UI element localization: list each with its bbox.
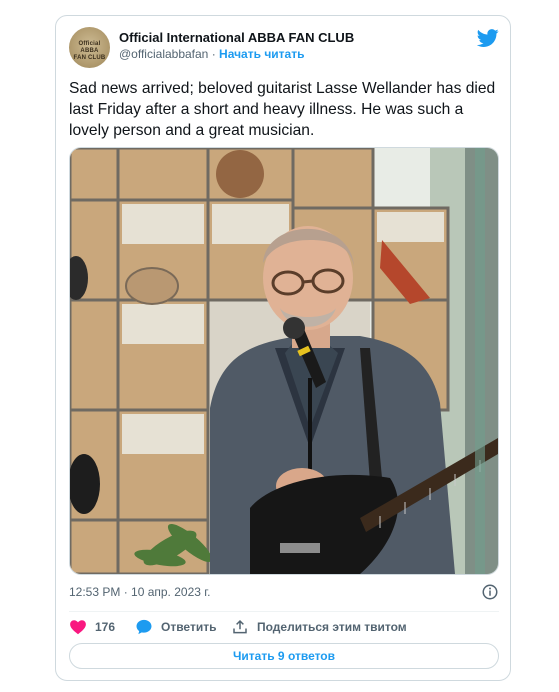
share-upload-icon (233, 619, 247, 634)
photo-image (70, 148, 498, 574)
speech-bubble-icon (136, 619, 152, 635)
tweet-actions: 176 Ответить Поделиться этим твитом (69, 616, 499, 638)
heart-icon (70, 620, 86, 635)
author-info: Official International ABBA FAN CLUB @of… (119, 29, 459, 62)
tweet-text: Sad news arrived; beloved guitarist Lass… (69, 80, 496, 139)
author-handle[interactable]: @officialabbafan (119, 47, 208, 61)
author-handle-row: @officialabbafan · Начать читать (119, 46, 459, 62)
tweet-header: Official ABBA FAN CLUB Official Internatio… (69, 27, 499, 69)
handle-separator: · (211, 47, 216, 61)
reply-button[interactable]: Ответить (135, 616, 216, 638)
like-count: 176 (95, 620, 116, 634)
tweet-timestamp[interactable]: 12:53 PM · 10 апр. 2023 г. (69, 585, 211, 599)
author-display-name[interactable]: Official International ABBA FAN CLUB (119, 29, 459, 46)
read-replies-button[interactable]: Читать 9 ответов (69, 643, 499, 669)
twitter-bird-icon[interactable] (477, 27, 499, 49)
tweet-card: Official ABBA FAN CLUB Official Internatio… (55, 15, 511, 681)
share-button[interactable]: Поделиться этим твитом (231, 616, 407, 638)
avatar[interactable]: Official ABBA FAN CLUB (69, 27, 110, 68)
tweet-meta: 12:53 PM · 10 апр. 2023 г. (69, 583, 499, 603)
reply-label: Ответить (161, 620, 217, 634)
avatar-logo-text: Official ABBA FAN CLUB (73, 41, 106, 61)
tweet-photo[interactable] (69, 147, 499, 575)
share-label: Поделиться этим твитом (257, 620, 407, 634)
follow-link[interactable]: Начать читать (219, 47, 304, 61)
like-button[interactable]: 176 (69, 616, 115, 638)
info-icon[interactable] (481, 583, 499, 601)
divider (69, 611, 499, 612)
